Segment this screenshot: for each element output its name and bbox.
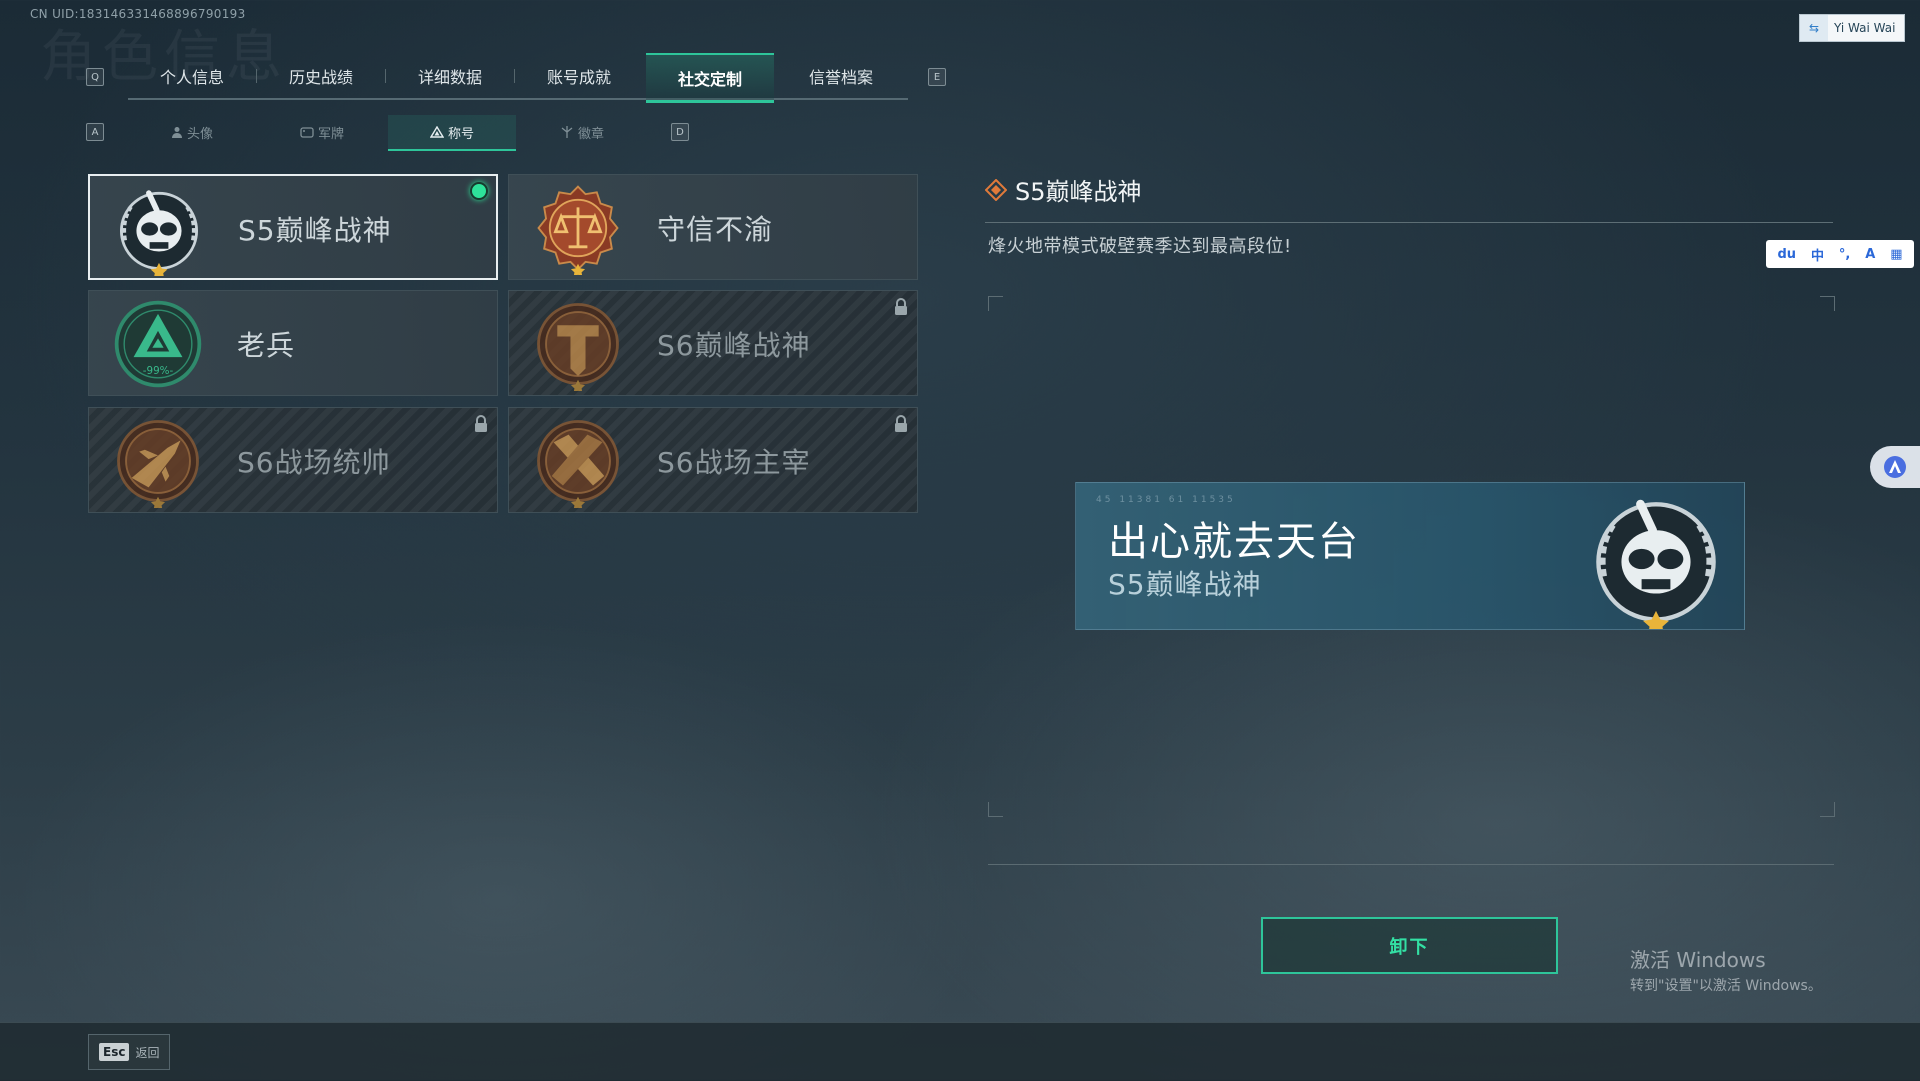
ime-punctuation-toggle[interactable]: °, — [1839, 247, 1850, 262]
detail-title: S5巅峰战神 — [985, 172, 1142, 207]
subtab-next-key[interactable]: D — [671, 123, 689, 141]
frame-corner — [988, 296, 1003, 311]
dogtag-icon — [300, 127, 314, 138]
detail-title-text: S5巅峰战神 — [1015, 178, 1142, 206]
subtab-dogtag[interactable]: 军牌 — [258, 115, 386, 149]
title-card[interactable]: S6战场主宰 — [508, 407, 918, 513]
tab-reputation[interactable]: 信誉档案 — [777, 53, 905, 99]
d-key: D — [671, 123, 689, 141]
esc-key: Esc — [99, 1043, 130, 1061]
title-card[interactable]: -99%- 老兵 — [88, 290, 498, 396]
namecard-tiny-text: 45 11381 61 11535 — [1096, 495, 1236, 505]
title-card-name: S5巅峰战神 — [238, 214, 392, 247]
bottom-bar — [0, 1022, 1920, 1081]
title-card[interactable]: 守信不渝 — [508, 174, 918, 280]
e-key: E — [928, 68, 946, 86]
title-card[interactable]: S6战场统帅 — [88, 407, 498, 513]
ime-menu-icon[interactable]: ▦ — [1890, 247, 1902, 262]
tab-achievements[interactable]: 账号成就 — [515, 53, 643, 99]
tab-personal-info[interactable]: 个人信息 — [128, 53, 256, 99]
lock-icon — [895, 415, 907, 432]
ime-language-toggle[interactable]: 中 — [1811, 245, 1824, 264]
subtab-badge[interactable]: 徽章 — [518, 115, 646, 149]
veteran-emblem-text: -99%- — [143, 365, 174, 377]
ime-logo-icon[interactable]: du — [1777, 247, 1796, 262]
lock-icon — [475, 415, 487, 432]
title-card-name: S6战场主宰 — [657, 446, 811, 479]
title-card[interactable]: S6巅峰战神 — [508, 290, 918, 396]
subtab-title[interactable]: 称号 — [388, 115, 516, 151]
namecard-player-name: 出心就去天台 — [1108, 519, 1360, 565]
title-card-name: 守信不渝 — [657, 213, 774, 246]
detail-divider — [985, 222, 1833, 223]
windows-activation-watermark: 激活 Windows 转到"设置"以激活 Windows。 — [1630, 944, 1822, 995]
user-badge[interactable]: ⇆ Yi Wai Wai — [1799, 14, 1905, 42]
namecard-preview: 45 11381 61 11535 出心就去天台 S5巅峰战神 — [1075, 482, 1745, 630]
detail-description: 烽火地带模式破壁赛季达到最高段位! — [988, 236, 1292, 257]
detail-bottom-divider — [988, 864, 1834, 865]
subtab-title-label: 称号 — [447, 126, 474, 142]
subtab-avatar[interactable]: 头像 — [128, 115, 256, 149]
veteran-emblem-icon: -99%- — [114, 300, 202, 388]
person-icon — [171, 127, 182, 138]
a-key: A — [86, 123, 104, 141]
windows-activation-line2: 转到"设置"以激活 Windows。 — [1630, 978, 1822, 994]
crossed-emblem-icon — [537, 420, 619, 508]
tab-detailed-data[interactable]: 详细数据 — [386, 53, 514, 99]
frame-corner — [1820, 802, 1835, 817]
assistant-icon — [1884, 456, 1906, 478]
back-button[interactable]: Esc 返回 — [88, 1034, 170, 1070]
title-card-name: S6巅峰战神 — [657, 329, 811, 362]
jet-emblem-icon — [117, 420, 199, 508]
t-emblem-icon — [537, 303, 619, 391]
login-icon: ⇆ — [1800, 15, 1828, 41]
unequip-button[interactable]: 卸下 — [1261, 917, 1558, 974]
scales-emblem-icon — [537, 185, 619, 275]
skull-emblem-icon — [1596, 499, 1716, 629]
skull-emblem-icon — [119, 190, 199, 276]
frame-corner — [988, 802, 1003, 817]
main-tabs: 个人信息 历史战绩 详细数据 账号成就 社交定制 信誉档案 — [88, 53, 908, 103]
title-card-name: S6战场统帅 — [237, 446, 391, 479]
subtab-badge-label: 徽章 — [577, 126, 604, 142]
equipped-indicator — [470, 182, 488, 200]
back-label: 返回 — [135, 1045, 160, 1060]
diamond-icon — [985, 178, 1007, 201]
tab-history[interactable]: 历史战绩 — [257, 53, 385, 99]
title-card[interactable]: S5巅峰战神 — [88, 174, 498, 280]
subtab-prev-key[interactable]: A — [86, 123, 104, 141]
triangle-icon — [429, 126, 444, 138]
frame-corner — [1820, 296, 1835, 311]
tab-next-key[interactable]: E — [928, 68, 946, 86]
subtab-avatar-label: 头像 — [186, 126, 213, 142]
assistant-float-button[interactable] — [1870, 446, 1920, 488]
namecard-title: S5巅峰战神 — [1108, 568, 1262, 601]
ime-user-icon[interactable]: A — [1865, 247, 1875, 262]
user-badge-label: Yi Wai Wai — [1834, 21, 1896, 35]
badge-icon — [561, 126, 573, 138]
windows-activation-line1: 激活 Windows — [1630, 948, 1766, 972]
title-card-name: 老兵 — [237, 329, 296, 362]
subtab-dogtag-label: 军牌 — [317, 126, 344, 142]
lock-icon — [895, 298, 907, 315]
tab-social-custom[interactable]: 社交定制 — [646, 53, 774, 103]
ime-toolbar[interactable]: du 中 °, A ▦ — [1766, 240, 1914, 268]
